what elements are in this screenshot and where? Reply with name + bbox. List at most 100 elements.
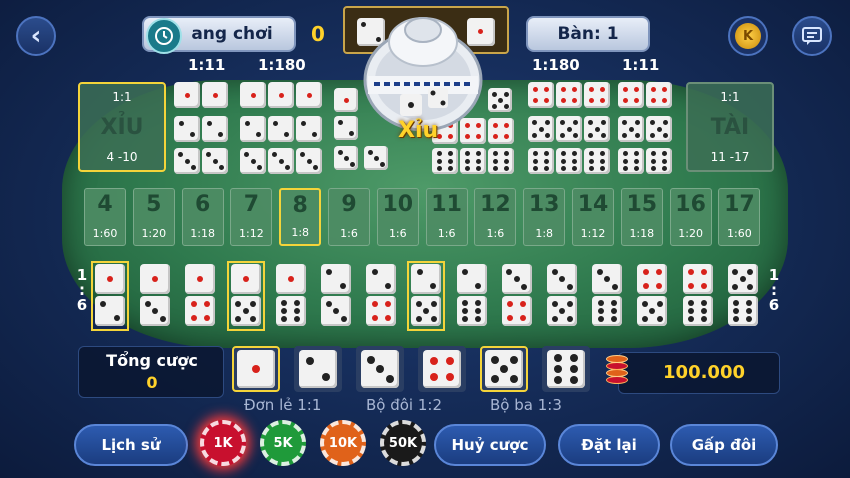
pair-bet-4-5[interactable] — [636, 264, 668, 328]
total-bet-label: Tổng cược — [106, 351, 198, 370]
pair-bet-1-6[interactable] — [275, 264, 307, 328]
pair-bet-2-3[interactable] — [320, 264, 352, 328]
pair-bet-3-4[interactable] — [501, 264, 533, 328]
history-clock-icon[interactable] — [146, 18, 182, 54]
back-button[interactable]: ‹ — [16, 16, 56, 56]
sum-number: 9 — [341, 192, 357, 217]
sum-bet-17[interactable]: 17 1:60 — [718, 188, 761, 246]
single-bet-3[interactable] — [356, 346, 404, 392]
sum-number: 6 — [194, 192, 211, 217]
triple-bet-1[interactable] — [240, 82, 322, 108]
die-face-1 — [185, 264, 216, 294]
sum-bet-16[interactable]: 16 1:20 — [669, 188, 712, 246]
pair-bet-3-6[interactable] — [591, 264, 623, 328]
chip-50k[interactable]: 50K — [380, 420, 426, 466]
sum-bet-10[interactable]: 10 1:6 — [376, 188, 419, 246]
sum-bet-15[interactable]: 15 1:18 — [620, 188, 663, 246]
sum-bet-13[interactable]: 13 1:8 — [523, 188, 566, 246]
sum-number: 8 — [292, 193, 308, 218]
die-face-4 — [488, 118, 514, 144]
pair-bet-3-5[interactable] — [546, 264, 578, 328]
die-face-1 — [275, 264, 306, 294]
small-bet-box[interactable]: 1:1 XỈU 4 -10 — [78, 82, 166, 172]
die-face-2 — [299, 350, 337, 388]
left-triple-odds: 1:180 — [258, 56, 306, 74]
triple-bet-3[interactable] — [240, 148, 322, 174]
sum-bet-4[interactable]: 4 1:60 — [84, 188, 126, 246]
die-face-5 — [556, 116, 582, 142]
die-face-6 — [592, 296, 623, 326]
pair-bet-1-4[interactable] — [184, 264, 216, 328]
pair-bet-2-4[interactable] — [365, 264, 397, 328]
pair-bet-1-5[interactable] — [226, 261, 265, 331]
sum-odds: 1:6 — [388, 227, 407, 240]
chat-button[interactable] — [792, 16, 832, 56]
sum-bet-7[interactable]: 7 1:12 — [230, 188, 273, 246]
big-ratio: 1:1 — [720, 90, 740, 104]
die-face-5 — [584, 116, 610, 142]
double-bet-6[interactable] — [618, 148, 672, 174]
die-face-4 — [556, 82, 582, 108]
big-bet-box[interactable]: 1:1 TÀI 11 -17 — [686, 82, 774, 172]
chip-10k[interactable]: 10K — [320, 420, 366, 466]
die-face-6 — [556, 148, 582, 174]
coin-label: K — [742, 28, 754, 44]
double-bet-3[interactable] — [174, 148, 228, 174]
chip-1k[interactable]: 1K — [200, 420, 246, 466]
coin-icon: K — [735, 23, 761, 49]
single-bet-4[interactable] — [418, 346, 466, 392]
die-face-6 — [646, 148, 672, 174]
die-face-5 — [485, 350, 523, 388]
triple-bet-6[interactable] — [528, 148, 610, 174]
die-face-2 — [268, 116, 294, 142]
any-triple-3[interactable] — [334, 146, 358, 170]
sum-odds: 1:60 — [92, 227, 118, 240]
die-face-4 — [682, 264, 713, 294]
pair-bet-1-2[interactable] — [91, 261, 129, 331]
sum-number: 5 — [146, 192, 162, 217]
die-face-6 — [727, 296, 758, 326]
single-bet-2[interactable] — [294, 346, 342, 392]
triple-bet-4[interactable] — [528, 82, 610, 108]
sum-bet-8[interactable]: 8 1:8 — [279, 188, 322, 246]
reset-button[interactable]: Đặt lại — [558, 424, 660, 466]
any-triple-1[interactable] — [334, 88, 358, 112]
any-triple-5[interactable] — [488, 88, 512, 112]
single-bet-5[interactable] — [480, 346, 528, 392]
pair-bet-1-3[interactable] — [139, 264, 171, 328]
double-bet-1[interactable] — [174, 82, 228, 108]
pair-bet-5-6[interactable] — [727, 264, 759, 328]
chip-5k[interactable]: 5K — [260, 420, 306, 466]
sum-odds: 1:18 — [190, 227, 215, 240]
double-button[interactable]: Gấp đôi — [670, 424, 778, 466]
sum-bet-14[interactable]: 14 1:12 — [572, 188, 614, 246]
die-face-4 — [366, 296, 397, 326]
coin-button[interactable]: K — [728, 16, 768, 56]
any-triple-2[interactable] — [334, 116, 358, 140]
double-bet-2[interactable] — [174, 116, 228, 142]
double-bet-5[interactable] — [618, 116, 672, 142]
die-face-3 — [174, 148, 200, 174]
triple-bet-5[interactable] — [528, 116, 610, 142]
die-face-1 — [296, 82, 322, 108]
double-bet-4[interactable] — [618, 82, 672, 108]
sum-bet-12[interactable]: 12 1:6 — [474, 188, 517, 246]
pair-bet-2-5[interactable] — [407, 261, 446, 331]
die-face-2 — [456, 264, 487, 294]
single-bet-6[interactable] — [542, 346, 590, 392]
die-face-5 — [547, 296, 577, 326]
total-bet-panel: Tổng cược 0 — [78, 346, 224, 398]
pair-bet-4-6[interactable] — [682, 264, 714, 328]
single-bet-1[interactable] — [232, 346, 280, 392]
sum-bet-6[interactable]: 6 1:18 — [181, 188, 224, 246]
sum-bet-11[interactable]: 11 1:6 — [425, 188, 468, 246]
triple-bet-2[interactable] — [240, 116, 322, 142]
die-face-4 — [185, 296, 216, 326]
sum-bet-9[interactable]: 9 1:6 — [328, 188, 370, 246]
history-button[interactable]: Lịch sử — [74, 424, 188, 466]
cancel-bet-button[interactable]: Huỷ cược — [434, 424, 546, 466]
die-face-4 — [646, 82, 672, 108]
pair-bet-2-6[interactable] — [456, 264, 488, 328]
sum-bet-5[interactable]: 5 1:20 — [132, 188, 175, 246]
left-double-odds: 1:11 — [188, 56, 226, 74]
